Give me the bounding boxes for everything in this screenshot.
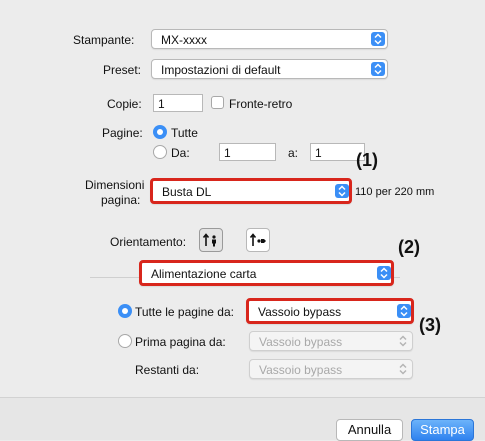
- feed-first-page-label: Prima pagina da:: [135, 335, 226, 349]
- feed-remaining-select: Vassoio bypass: [249, 359, 413, 379]
- copies-label: Copie:: [107, 97, 142, 111]
- feed-all-pages-radio[interactable]: [118, 304, 132, 318]
- preset-label: Preset:: [103, 63, 142, 77]
- pages-label: Pagine:: [102, 126, 143, 140]
- chevron-updown-icon: [397, 304, 411, 318]
- orientation-label: Orientamento:: [110, 235, 187, 249]
- pages-to-value: 1: [315, 146, 322, 160]
- duplex-label: Fronte-retro: [229, 97, 293, 111]
- orientation-portrait-button[interactable]: [199, 228, 223, 252]
- printer-select[interactable]: MX-xxxx: [151, 29, 388, 49]
- pages-range-label: Da:: [171, 146, 190, 160]
- pages-to-label: a:: [288, 146, 299, 160]
- chevron-updown-icon: [377, 266, 391, 280]
- pages-from-value: 1: [224, 146, 231, 160]
- printer-value: MX-xxxx: [161, 33, 207, 47]
- feed-first-page-radio[interactable]: [118, 334, 132, 348]
- preset-select[interactable]: Impostazioni di default: [151, 59, 388, 79]
- pages-from-input[interactable]: 1: [219, 143, 276, 161]
- preset-value: Impostazioni di default: [161, 63, 281, 77]
- paper-size-label-line1: Dimensioni: [85, 178, 145, 192]
- portrait-icon: [202, 233, 216, 247]
- landscape-icon: [249, 233, 266, 246]
- chevron-updown-icon: [396, 362, 410, 376]
- feed-all-pages-select[interactable]: Vassoio bypass: [246, 298, 414, 324]
- paper-size-value: Busta DL: [162, 185, 212, 199]
- print-dialog: { "printer": { "label": "Stampante:", "v…: [0, 0, 485, 441]
- pages-range-radio[interactable]: [153, 145, 167, 159]
- paper-size-label-line2: pagina:: [101, 193, 141, 207]
- duplex-checkbox[interactable]: [211, 96, 224, 109]
- chevron-updown-icon: [371, 62, 385, 76]
- cancel-button[interactable]: Annulla: [336, 419, 403, 441]
- feed-first-page-value: Vassoio bypass: [259, 335, 343, 349]
- feed-all-pages-value: Vassoio bypass: [258, 305, 342, 319]
- paper-size-select[interactable]: Busta DL: [150, 178, 352, 204]
- feed-first-page-select: Vassoio bypass: [249, 331, 413, 351]
- callout-1: (1): [356, 150, 378, 170]
- paper-size-dimensions: 110 per 220 mm: [355, 186, 435, 198]
- pages-all-label: Tutte: [171, 126, 198, 140]
- callout-2: (2): [398, 237, 420, 257]
- section-value: Alimentazione carta: [151, 267, 257, 281]
- chevron-updown-icon: [371, 32, 385, 46]
- feed-remaining-value: Vassoio bypass: [259, 363, 343, 377]
- pages-all-radio[interactable]: [153, 125, 167, 139]
- feed-all-pages-label: Tutte le pagine da:: [135, 305, 234, 319]
- callout-3: (3): [419, 315, 441, 335]
- orientation-landscape-button[interactable]: [246, 228, 270, 252]
- print-button[interactable]: Stampa: [411, 419, 474, 441]
- feed-remaining-label: Restanti da:: [135, 363, 200, 377]
- chevron-updown-icon: [396, 334, 410, 348]
- copies-input[interactable]: 1: [153, 94, 203, 112]
- chevron-updown-icon: [335, 184, 349, 198]
- section-select[interactable]: Alimentazione carta: [139, 260, 394, 286]
- copies-value: 1: [158, 97, 165, 111]
- printer-label: Stampante:: [73, 33, 135, 47]
